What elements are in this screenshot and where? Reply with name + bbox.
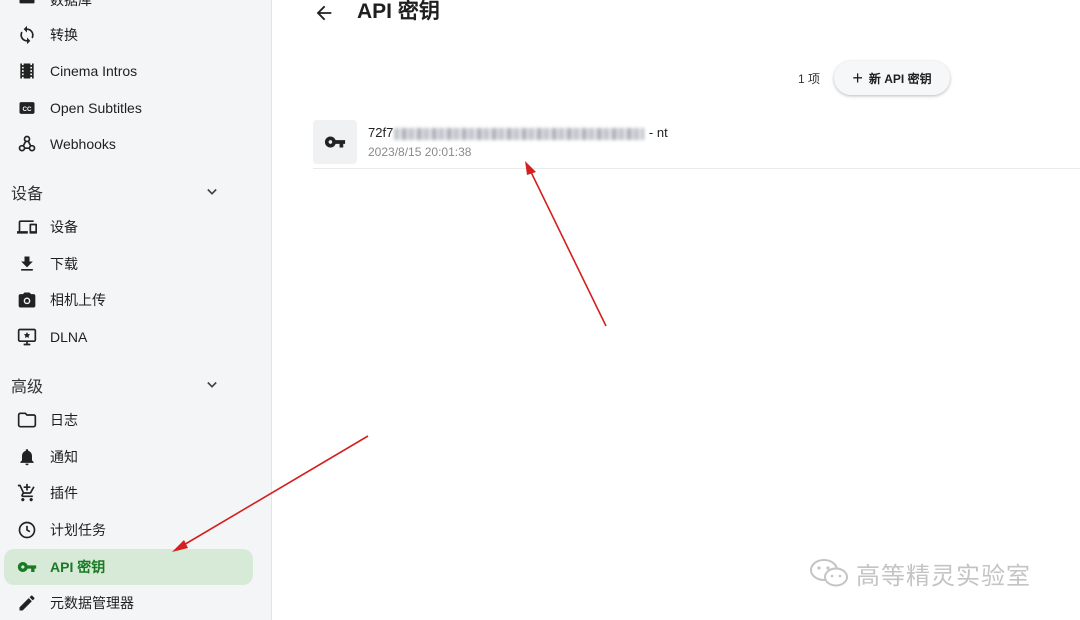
- sidebar-item-plugins[interactable]: 插件: [4, 475, 253, 511]
- sidebar-item-convert[interactable]: 转换: [4, 17, 253, 53]
- sidebar-item-label: 元数据管理器: [50, 595, 134, 611]
- sidebar-item-label: 日志: [50, 412, 78, 428]
- devices-icon: [16, 216, 38, 238]
- database-icon: [16, 0, 38, 11]
- item-count: 1 项: [797, 72, 820, 86]
- sidebar-item-database[interactable]: 数据库: [4, 0, 253, 18]
- sidebar-item-label: Open Subtitles: [50, 100, 142, 116]
- pencil-icon: [16, 592, 38, 614]
- sidebar-item-notifications[interactable]: 通知: [4, 439, 253, 475]
- sidebar-item-metadata-manager[interactable]: 元数据管理器: [4, 585, 253, 620]
- closed-caption-icon: CC: [16, 97, 38, 119]
- api-key-row[interactable]: 72f7 - nt 2023/8/15 20:01:38: [313, 118, 1080, 169]
- chevron-down-icon: [207, 381, 217, 388]
- new-api-key-button[interactable]: + 新 API 密钥: [834, 61, 950, 95]
- bell-icon: [16, 446, 38, 468]
- sidebar-item-scheduled-tasks[interactable]: 计划任务: [4, 512, 253, 548]
- section-title: 高级: [11, 379, 44, 396]
- sidebar-item-label: 相机上传: [50, 292, 106, 308]
- sidebar-item-dlna[interactable]: DLNA: [4, 319, 253, 355]
- sidebar-item-api-keys[interactable]: API 密钥: [4, 549, 253, 585]
- sidebar-item-label: 通知: [50, 449, 78, 465]
- webhook-icon: [16, 133, 38, 155]
- sidebar-item-logs[interactable]: 日志: [4, 402, 253, 438]
- film-icon: [16, 60, 38, 82]
- clock-icon: [16, 519, 38, 541]
- watermark-text: 高等精灵实验室: [856, 562, 1031, 590]
- redacted-key: [394, 127, 645, 140]
- sidebar-item-cinema-intros[interactable]: Cinema Intros: [4, 53, 253, 89]
- sidebar: 数据库 转换 Cinema Intros CC Open Subtitles W…: [0, 0, 272, 620]
- dlna-icon: [16, 326, 38, 348]
- arrow-back-icon: [316, 5, 332, 21]
- sidebar-item-label: API 密钥: [50, 559, 106, 575]
- svg-text:CC: CC: [22, 106, 32, 113]
- sidebar-item-label: 计划任务: [50, 522, 106, 538]
- api-key-value: 72f7 - nt: [368, 125, 668, 140]
- sidebar-item-label: Webhooks: [50, 136, 116, 152]
- api-key-prefix: 72f7: [368, 125, 394, 140]
- sidebar-item-webhooks[interactable]: Webhooks: [4, 126, 253, 162]
- cart-icon: [16, 482, 38, 504]
- wechat-icon: [810, 559, 848, 587]
- sidebar-item-open-subtitles[interactable]: CC Open Subtitles: [4, 90, 253, 126]
- watermark: 高等精灵实验室: [808, 556, 1031, 590]
- sidebar-item-devices[interactable]: 设备: [4, 209, 253, 245]
- page-title: API 密钥: [357, 0, 440, 23]
- sidebar-item-label: 转换: [50, 27, 78, 43]
- sidebar-item-label: 设备: [50, 219, 78, 235]
- camera-icon: [16, 289, 38, 311]
- sidebar-item-camera-upload[interactable]: 相机上传: [4, 282, 253, 318]
- sidebar-item-label: 数据库: [50, 0, 92, 8]
- section-advanced[interactable]: 高级: [0, 369, 262, 401]
- chevron-down-icon: [207, 188, 217, 195]
- sidebar-item-downloads[interactable]: 下载: [4, 246, 253, 282]
- section-title: 设备: [11, 186, 44, 203]
- new-api-key-label: 新 API 密钥: [868, 71, 932, 86]
- key-icon: [16, 556, 38, 578]
- sidebar-item-label: 插件: [50, 485, 78, 501]
- folder-icon: [16, 409, 38, 431]
- key-icon: [313, 120, 357, 164]
- plus-icon: +: [852, 68, 863, 88]
- download-icon: [16, 253, 38, 275]
- api-key-date: 2023/8/15 20:01:38: [368, 145, 472, 159]
- annotation-arrow-key: [529, 169, 607, 327]
- sidebar-item-label: DLNA: [50, 329, 88, 345]
- sidebar-item-label: Cinema Intros: [50, 63, 138, 79]
- sidebar-item-label: 下载: [50, 256, 78, 272]
- back-button[interactable]: [308, 0, 340, 26]
- section-devices[interactable]: 设备: [0, 176, 262, 208]
- api-key-app-name: - nt: [645, 125, 668, 140]
- sync-icon: [16, 24, 38, 46]
